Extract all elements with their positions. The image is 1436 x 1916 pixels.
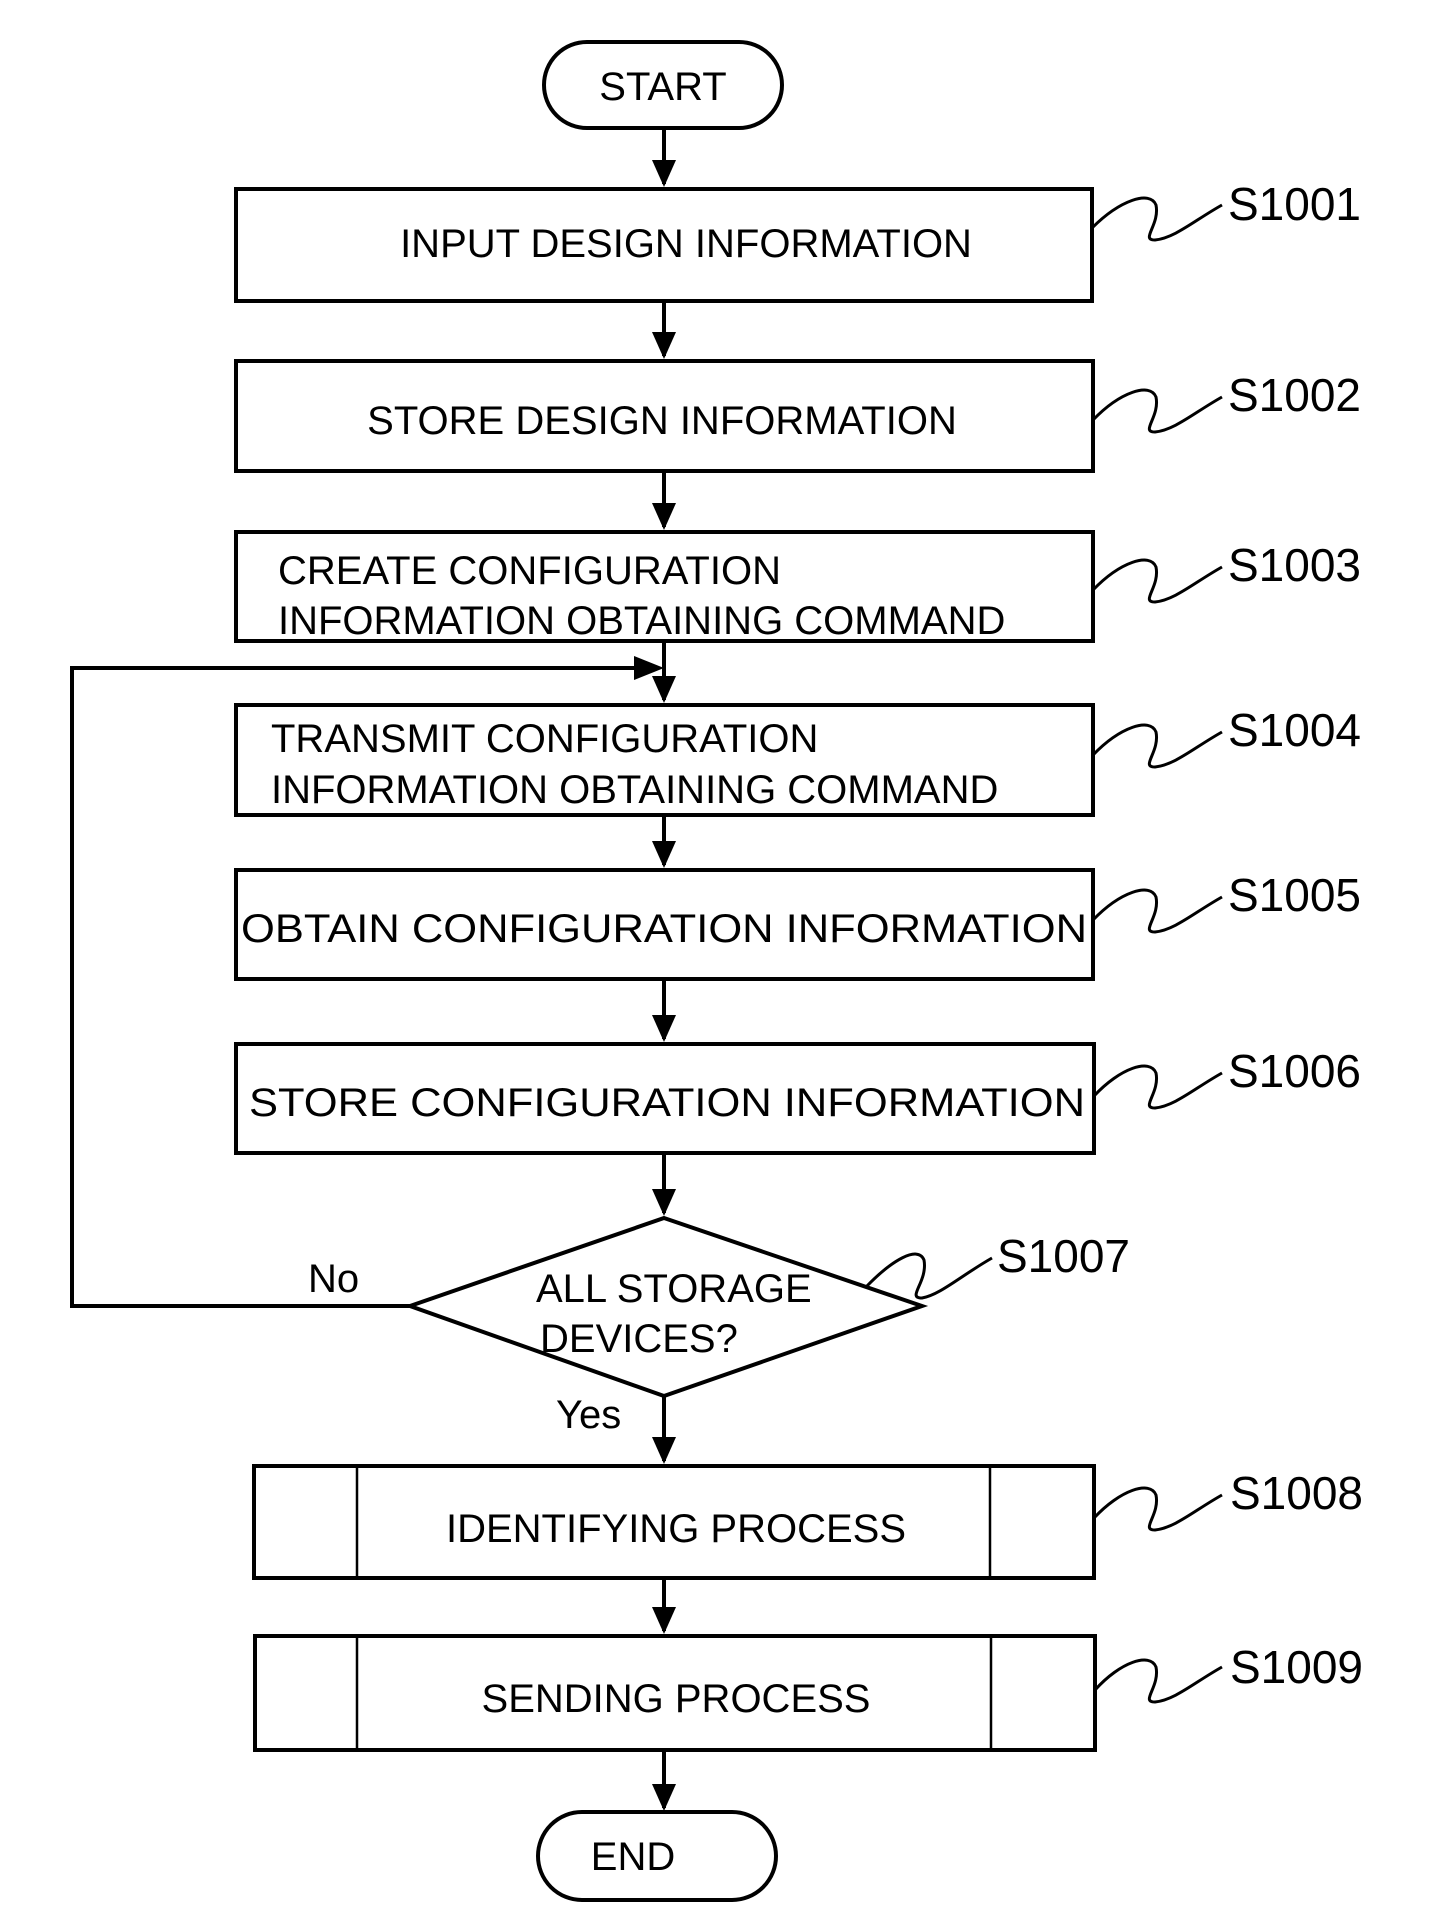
step-text-line2: INFORMATION OBTAINING COMMAND [278,599,1005,643]
step-id: S1008 [1230,1467,1363,1519]
decision-s1007: ALL STORAGE DEVICES? No Yes [308,1215,929,1437]
step-text: SENDING PROCESS [482,1677,871,1721]
step-text-line1: CREATE CONFIGURATION [278,549,781,593]
step-s1001: INPUT DESIGN INFORMATION [234,187,1094,303]
step-s1002: STORE DESIGN INFORMATION [234,359,1095,473]
step-text-line2: INFORMATION OBTAINING COMMAND [271,768,998,812]
step-text: STORE CONFIGURATION INFORMATION [249,1081,1085,1125]
step-s1008: IDENTIFYING PROCESS [252,1464,1096,1580]
decision-text-line1: ALL STORAGE [536,1267,812,1311]
ref-s1004: S1004 [1091,704,1361,769]
step-id: S1002 [1228,369,1361,421]
step-s1003: CREATE CONFIGURATION INFORMATION OBTAINI… [234,530,1095,643]
step-s1005: OBTAIN CONFIGURATION INFORMATION [234,868,1095,981]
step-text: INPUT DESIGN INFORMATION [400,222,972,266]
start-label: START [599,65,726,109]
step-id: S1009 [1230,1641,1363,1693]
step-id: S1004 [1228,704,1361,756]
step-text-line1: TRANSMIT CONFIGURATION [271,717,818,761]
ref-s1006: S1006 [1092,1045,1361,1110]
ref-s1005: S1005 [1091,869,1361,934]
step-s1009: SENDING PROCESS [253,1634,1097,1752]
ref-s1009: S1009 [1093,1641,1363,1704]
end-label: END [591,1835,675,1879]
ref-s1001: S1001 [1090,178,1361,242]
step-id: S1006 [1228,1045,1361,1097]
step-text: IDENTIFYING PROCESS [446,1507,906,1551]
step-id: S1007 [997,1230,1130,1282]
ref-s1007: S1007 [864,1230,1130,1300]
step-text: OBTAIN CONFIGURATION INFORMATION [241,907,1087,951]
flowchart: START INPUT DESIGN INFORMATION STORE DES… [70,40,1363,1902]
step-s1006: STORE CONFIGURATION INFORMATION [234,1042,1096,1155]
step-id: S1003 [1228,539,1361,591]
ref-s1008: S1008 [1092,1467,1363,1532]
step-s1004: TRANSMIT CONFIGURATION INFORMATION OBTAI… [234,703,1095,817]
step-id: S1001 [1228,178,1361,230]
yes-label: Yes [556,1393,621,1437]
decision-text-line2: DEVICES? [540,1317,738,1361]
start-terminal: START [542,40,784,130]
step-id: S1005 [1228,869,1361,921]
end-terminal: END [536,1810,778,1902]
ref-s1003: S1003 [1091,539,1361,604]
step-text: STORE DESIGN INFORMATION [367,399,957,443]
no-label: No [308,1257,359,1301]
ref-s1002: S1002 [1091,369,1361,434]
